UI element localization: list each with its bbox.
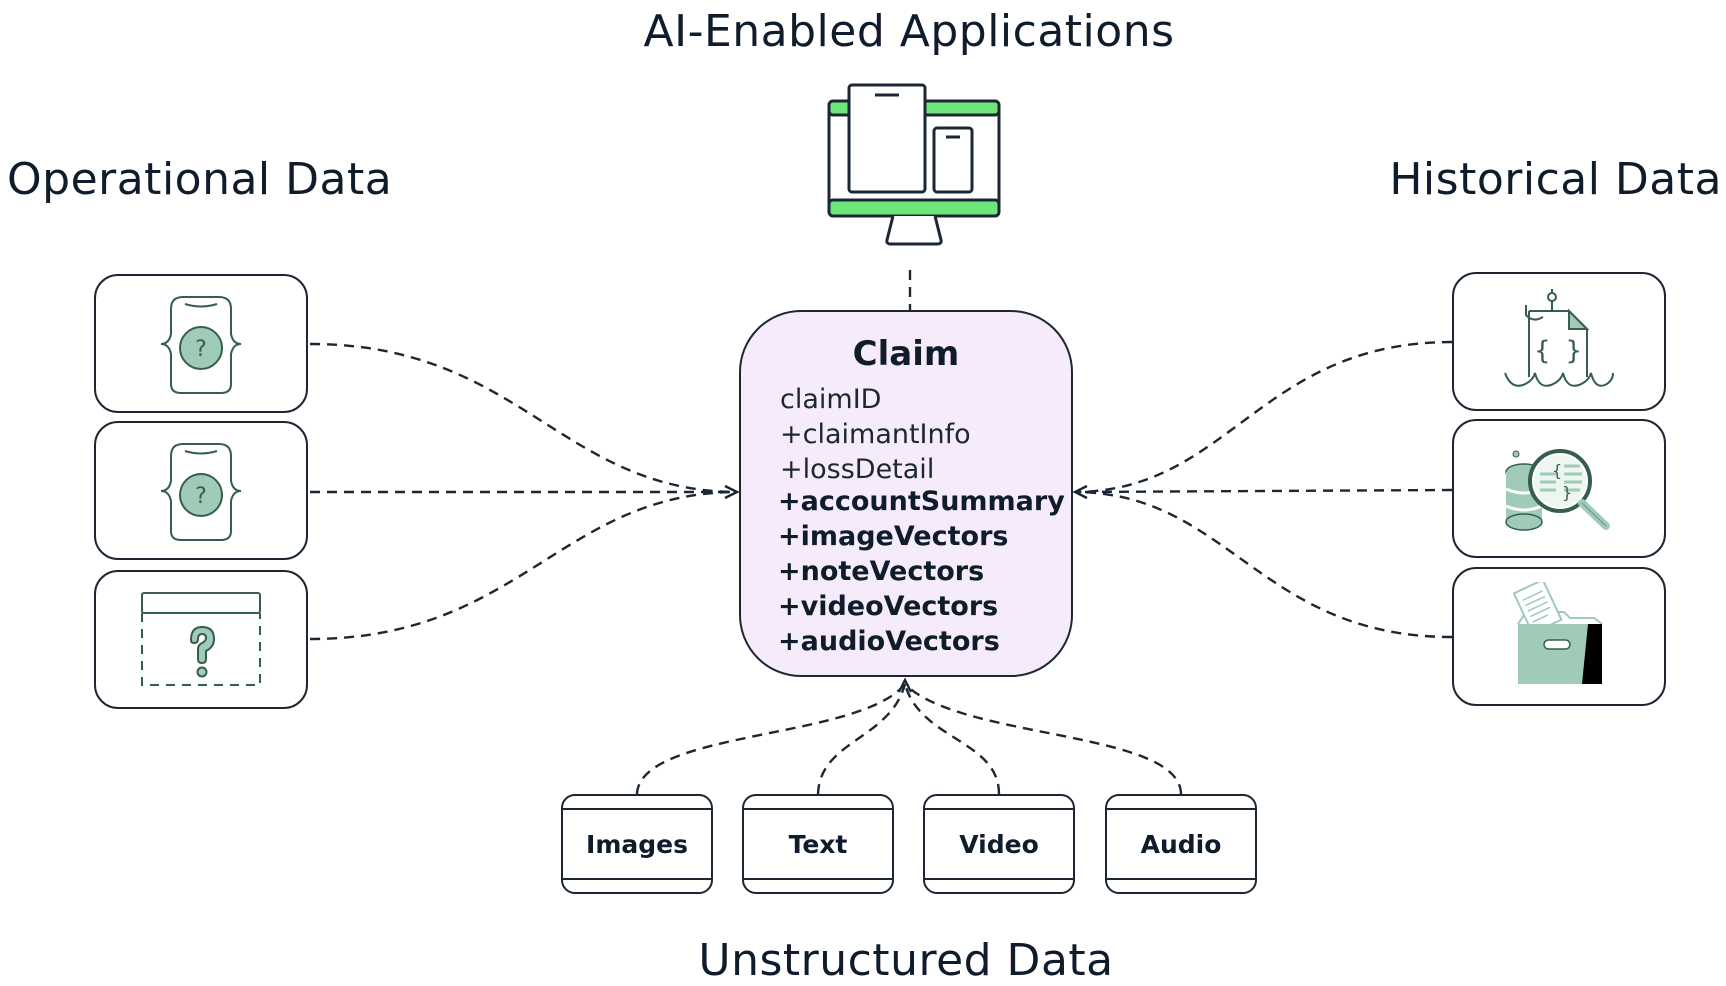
operational-source-2[interactable]: ? [94,421,308,560]
claim-title: Claim [852,334,960,374]
json-document-unknown-icon: ? [160,295,242,394]
arrowhead-bottom [897,677,913,693]
svg-text:{: { [1552,461,1562,480]
operational-source-1[interactable]: ? [94,274,308,413]
operational-data-title: Operational Data [7,154,393,205]
svg-text:?: ? [195,337,207,362]
claim-field: claimID [780,384,882,415]
json-document-unknown-icon: ? [160,442,242,541]
media-label: Video [959,829,1039,859]
operational-source-3[interactable] [94,570,308,709]
connector-historical-3 [1076,490,1453,639]
connector-text [816,683,907,795]
arrowhead-left [724,484,740,500]
media-source-video[interactable]: Video [923,794,1075,894]
svg-text:}: } [1562,483,1572,502]
database-search-icon: { } [1505,448,1610,531]
claim-field: +accountSummary [778,486,1065,517]
media-label: Images [586,829,688,859]
unstructured-data-title: Unstructured Data [698,935,1114,986]
connector-operational-1 [309,342,736,494]
archive-box-icon [1512,581,1603,684]
historical-source-3[interactable] [1452,567,1666,706]
claim-field: +videoVectors [778,591,999,622]
claim-entity-box[interactable]: Claim claimID +claimantInfo +lossDetail … [739,310,1073,677]
unknown-table-icon [141,591,261,686]
media-source-audio[interactable]: Audio [1105,794,1257,894]
claim-field: +noteVectors [778,556,985,587]
claim-field: +lossDetail [780,454,935,485]
ai-enabled-applications-title: AI-Enabled Applications [643,6,1175,57]
claim-field: +imageVectors [778,521,1009,552]
media-source-text[interactable]: Text [742,794,894,894]
media-label: Text [788,829,848,859]
media-source-images[interactable]: Images [561,794,713,894]
data-lake-document-icon: { } [1504,288,1614,387]
svg-text:?: ? [195,484,207,509]
media-label: Audio [1140,829,1222,859]
connector-video [903,683,1001,795]
arrowhead-right [1072,484,1088,500]
historical-source-1[interactable]: { } [1452,272,1666,411]
connector-operational-3 [309,490,736,641]
historical-source-2[interactable]: { } [1452,419,1666,558]
connector-images [635,683,906,795]
svg-text:{ }: { } [1535,336,1582,366]
connector-audio [904,683,1183,795]
connector-historical-1 [1076,340,1453,494]
claim-field: +claimantInfo [780,419,971,450]
monitor-devices-icon [827,83,1001,246]
claim-field: +audioVectors [778,626,1000,657]
connector-historical-2 [1076,488,1453,494]
historical-data-title: Historical Data [1389,154,1722,205]
